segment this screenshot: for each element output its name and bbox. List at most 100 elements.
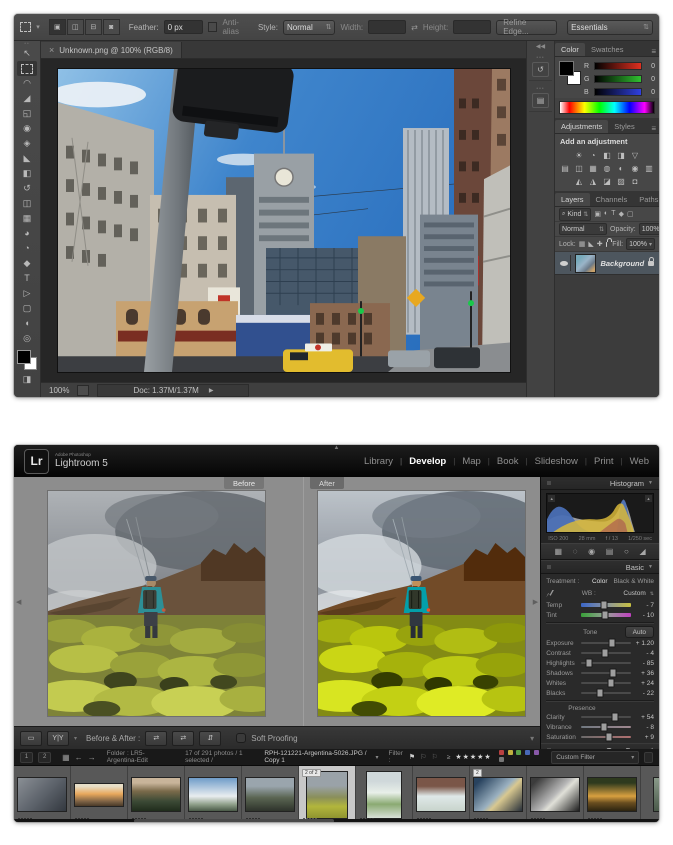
tool-preset-dropdown-icon[interactable]: ▾	[36, 23, 40, 31]
layer-row-background[interactable]: Background	[555, 252, 659, 275]
adjustment-icon[interactable]: ◮	[587, 176, 599, 187]
tab-channels[interactable]: Channels	[590, 193, 634, 206]
layer-filter-icon[interactable]: ▢	[627, 210, 634, 218]
filmstrip-thumbnail-selected[interactable]: 2 of 2	[299, 766, 356, 822]
yellow-label-chip[interactable]	[508, 750, 513, 755]
treatment-bw-option[interactable]: Black & White	[614, 578, 654, 585]
before-tab[interactable]: Before	[224, 477, 264, 489]
histogram-header[interactable]: Histogram ▼	[541, 477, 659, 490]
module-develop[interactable]: Develop	[393, 456, 446, 467]
filmstrip-thumbnail[interactable]	[356, 766, 413, 822]
toolbar-dropdown-icon[interactable]: ▾	[530, 734, 534, 743]
tab-swatches[interactable]: Swatches	[585, 43, 630, 56]
radial-filter-icon[interactable]: ○	[624, 547, 629, 556]
eraser-tool[interactable]: ◫	[17, 196, 37, 211]
clarity-slider[interactable]: Clarity + 54	[546, 712, 654, 722]
tool-preset-icon[interactable]	[20, 22, 31, 32]
layer-filter-kind-select[interactable]: ⌕ Kind ⇅	[559, 208, 591, 221]
red-label-chip[interactable]	[499, 750, 504, 755]
adjustment-icon[interactable]: ▦	[587, 163, 599, 174]
graduated-filter-icon[interactable]: ▤	[606, 547, 614, 556]
green-channel-slider[interactable]: G 0	[584, 75, 655, 83]
adjustment-icon[interactable]: ◉	[629, 163, 641, 174]
layer-filter-icon[interactable]: ▣	[594, 210, 601, 218]
flag-pick-icon[interactable]: ⚑	[409, 753, 415, 761]
flag-unflagged-icon[interactable]: ⚐	[420, 753, 426, 761]
tab-layers[interactable]: Layers	[555, 193, 590, 206]
purple-label-chip[interactable]	[534, 750, 539, 755]
filmstrip-thumbnail[interactable]	[128, 766, 185, 822]
adjustment-brush-icon[interactable]: ◢	[640, 547, 646, 556]
white-balance-eyedropper-icon[interactable]	[546, 590, 554, 598]
fill-value[interactable]: 100% ▾	[626, 238, 655, 250]
module-print[interactable]: Print	[578, 456, 614, 467]
layer-filter-icon[interactable]: ◆	[619, 210, 624, 218]
histogram-graph[interactable]: ▲ ▲	[546, 493, 654, 533]
layer-filter-icon[interactable]: ◐	[604, 210, 608, 218]
gradient-tool[interactable]: ▦	[17, 211, 37, 226]
lasso-tool[interactable]: ◠	[17, 76, 37, 91]
foreground-color-swatch[interactable]	[17, 350, 31, 364]
blacks-slider[interactable]: Blacks - 22	[546, 688, 654, 698]
lock-all-icon[interactable]	[606, 242, 608, 247]
zoom-tool[interactable]: ◎	[17, 331, 37, 346]
adjustment-icon[interactable]: ▽	[629, 150, 641, 161]
history-brush-tool[interactable]: ↺	[17, 181, 37, 196]
left-panel-toggle-icon[interactable]: ◀	[16, 598, 21, 606]
width-input[interactable]	[368, 20, 406, 34]
exposure-slider[interactable]: Exposure + 1.20	[546, 638, 654, 648]
filmstrip-thumbnail[interactable]	[14, 766, 71, 822]
tab-color[interactable]: Color	[555, 43, 585, 56]
properties-panel-icon[interactable]: ▤	[532, 93, 549, 108]
flag-reject-icon[interactable]: ⚐	[431, 753, 437, 761]
feather-input[interactable]: 0 px	[164, 20, 204, 34]
spot-removal-icon[interactable]: ◌	[573, 547, 578, 556]
whites-slider[interactable]: Whites + 24	[546, 678, 654, 688]
new-selection-button[interactable]: ▣	[49, 19, 66, 35]
hand-tool[interactable]: ◖	[17, 316, 37, 331]
path-selection-tool[interactable]: ▷	[17, 286, 37, 301]
lock-icon[interactable]: ✚	[597, 240, 603, 248]
star-rating-filter[interactable]: ★★★★★	[455, 753, 491, 761]
treatment-color-option[interactable]: Color	[592, 578, 608, 585]
intersect-selection-button[interactable]: ◙	[103, 19, 120, 35]
pen-tool[interactable]: ◆	[17, 256, 37, 271]
visibility-eye-icon[interactable]	[558, 255, 571, 271]
filmstrip-thumbnail[interactable]	[641, 766, 659, 822]
history-panel-icon[interactable]: ↺	[532, 62, 549, 77]
adjustment-icon[interactable]: ◫	[573, 163, 585, 174]
filmstrip-thumbnail[interactable]	[584, 766, 641, 822]
loupe-view-icon[interactable]: ▭	[20, 731, 42, 746]
adjustment-icon[interactable]: ◪	[601, 176, 613, 187]
adjustment-icon[interactable]: ◘	[629, 176, 641, 187]
adjustment-icon[interactable]: ◧	[601, 150, 613, 161]
adjustment-icon[interactable]: ▤	[559, 163, 571, 174]
after-image[interactable]	[318, 491, 525, 716]
filmstrip-thumbnail[interactable]: 2	[470, 766, 527, 822]
adjustment-icon[interactable]: ▨	[615, 176, 627, 187]
tab-adjustments[interactable]: Adjustments	[555, 120, 608, 133]
crop-tool[interactable]: ◱	[17, 106, 37, 121]
lock-icon[interactable]: ◣	[588, 240, 593, 248]
module-map[interactable]: Map	[446, 456, 481, 467]
tone-curve-header[interactable]: Tone Curve ◀	[541, 743, 659, 749]
second-window-button[interactable]: 2	[38, 752, 51, 763]
color-panel-swatches[interactable]	[559, 61, 579, 81]
filmstrip-thumbnail[interactable]	[413, 766, 470, 822]
height-input[interactable]	[453, 20, 491, 34]
red-channel-slider[interactable]: R 0	[584, 62, 655, 70]
right-panel-toggle-icon[interactable]: ▶	[533, 598, 538, 606]
panel-menu-icon[interactable]: ≡	[651, 124, 659, 133]
temp-slider[interactable]: Temp - 7	[546, 600, 654, 610]
module-book[interactable]: Book	[481, 456, 519, 467]
after-tab[interactable]: After	[310, 477, 344, 489]
folder-breadcrumb[interactable]: Folder : LR5-Argentina-Edit	[107, 750, 174, 764]
red-eye-icon[interactable]: ◉	[588, 547, 595, 556]
zoom-level[interactable]: 100%	[49, 386, 69, 395]
swap-before-after-button[interactable]: ⇵	[199, 731, 221, 746]
canvas-area[interactable]	[41, 59, 526, 382]
refine-edge-button[interactable]: Refine Edge...	[496, 20, 557, 35]
eyedropper-tool[interactable]: ◉	[17, 121, 37, 136]
filmstrip-thumbnail[interactable]	[185, 766, 242, 822]
blur-tool[interactable]: ◕	[17, 226, 37, 241]
